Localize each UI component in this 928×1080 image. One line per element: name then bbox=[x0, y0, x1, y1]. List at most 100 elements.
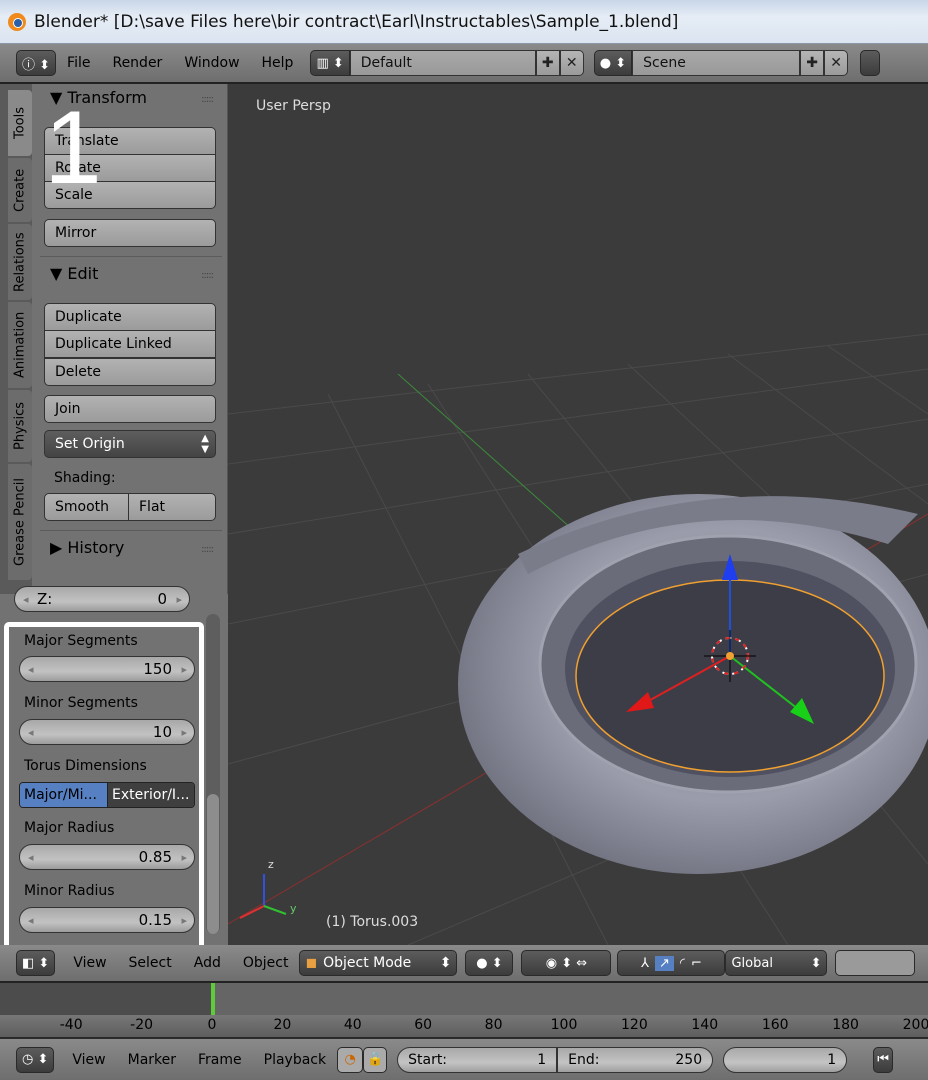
layout-field[interactable]: Default bbox=[349, 50, 536, 76]
join-button[interactable]: Join bbox=[44, 395, 216, 423]
torus-options-highlight: Major Segments 150 Minor Segments 10 Tor… bbox=[4, 622, 204, 950]
info-header: ⓘ ⬍ File Render Window Help ▥ ⬍ Default … bbox=[0, 44, 928, 84]
orientation-label: Global bbox=[731, 955, 773, 971]
ruler-tick: 200 bbox=[902, 1017, 928, 1033]
keying-icon[interactable]: ◔ bbox=[337, 1046, 364, 1073]
menu-frame[interactable]: Frame bbox=[198, 1052, 242, 1068]
minor-segments-label: Minor Segments bbox=[24, 695, 138, 711]
tab-grease-pencil[interactable]: Grease Pencil bbox=[8, 464, 32, 580]
menu-playback[interactable]: Playback bbox=[264, 1052, 326, 1068]
torus-dimensions-label: Torus Dimensions bbox=[24, 758, 147, 774]
delete-layout-button[interactable]: ✕ bbox=[559, 50, 584, 76]
z-value: 0 bbox=[157, 590, 167, 608]
add-layout-button[interactable]: ✚ bbox=[535, 50, 560, 76]
current-frame-marker[interactable] bbox=[211, 983, 215, 1015]
menu-select[interactable]: Select bbox=[129, 955, 172, 971]
torus-dimensions-toggle: Major/Mi... Exterior/I... bbox=[19, 782, 195, 808]
pre-range-region bbox=[0, 983, 212, 1015]
ruler-tick: -40 bbox=[59, 1017, 83, 1033]
exterior-interior-option[interactable]: Exterior/I... bbox=[107, 783, 194, 807]
scale-manipulator-icon[interactable]: ⌐ bbox=[691, 956, 702, 971]
edit-panel-header[interactable]: ▼ Edit bbox=[50, 264, 98, 283]
smooth-button[interactable]: Smooth bbox=[44, 493, 129, 521]
pivot-point-dropdown[interactable]: ◉ ⬍ ⇔ bbox=[521, 950, 612, 976]
major-radius-label: Major Radius bbox=[24, 820, 115, 836]
drag-handle-icon[interactable]: ::::: bbox=[201, 270, 214, 281]
viewport-shading-dropdown[interactable]: ● ⬍ bbox=[465, 950, 514, 976]
jump-to-start-button[interactable]: ⏮ bbox=[873, 1046, 894, 1073]
ruler-tick: 120 bbox=[621, 1017, 648, 1033]
scrollbar-track[interactable] bbox=[206, 614, 220, 934]
ruler-tick: 80 bbox=[484, 1017, 503, 1033]
timeline-area[interactable] bbox=[0, 981, 928, 1015]
torus-object bbox=[458, 494, 928, 874]
lock-icon[interactable]: 🔒 bbox=[363, 1046, 388, 1073]
editor-type-3d-view-button[interactable]: ◧ ⬍ bbox=[16, 950, 56, 976]
menu-help[interactable]: Help bbox=[262, 55, 294, 71]
translate-manipulator-icon[interactable]: ↗ bbox=[655, 955, 674, 971]
tab-animation[interactable]: Animation bbox=[8, 302, 32, 388]
title-bar: Blender* [D:\save Files here\bir contrac… bbox=[0, 0, 928, 44]
ruler-tick: 100 bbox=[550, 1017, 578, 1033]
start-frame-field[interactable]: Start: 1 bbox=[397, 1046, 558, 1073]
scene-icon[interactable]: ● ⬍ bbox=[593, 50, 633, 76]
tab-tools[interactable]: Tools bbox=[8, 90, 32, 156]
timeline-ruler[interactable]: -40 -20 0 20 40 60 80 100 120 140 160 180 200 bbox=[0, 1015, 928, 1037]
editor-type-timeline-button[interactable]: ◷ ⬍ bbox=[16, 1046, 55, 1073]
mode-dropdown[interactable]: ◼ Object Mode ⬍ bbox=[299, 950, 458, 976]
menu-window[interactable]: Window bbox=[184, 55, 239, 71]
menu-marker[interactable]: Marker bbox=[128, 1052, 176, 1068]
scrollbar-thumb[interactable] bbox=[207, 794, 219, 934]
layers-grid[interactable] bbox=[835, 950, 916, 976]
major-minor-option[interactable]: Major/Mi... bbox=[20, 783, 107, 807]
ruler-tick: 20 bbox=[273, 1017, 292, 1033]
tab-create[interactable]: Create bbox=[8, 158, 32, 222]
scene-field[interactable]: Scene bbox=[632, 50, 801, 76]
menu-file[interactable]: File bbox=[67, 55, 90, 71]
manipulator-toggle-icon[interactable]: ⅄ bbox=[641, 956, 649, 971]
menu-view[interactable]: View bbox=[72, 1052, 105, 1068]
drag-handle-icon[interactable]: ::::: bbox=[201, 544, 214, 555]
updown-arrows-icon: ▲ ▼ bbox=[201, 433, 209, 455]
major-radius-field[interactable]: 0.85 bbox=[19, 844, 195, 870]
tab-physics[interactable]: Physics bbox=[8, 390, 32, 462]
editor-type-info-button[interactable]: ⓘ ⬍ bbox=[16, 50, 57, 76]
ruler-tick: 0 bbox=[207, 1017, 217, 1033]
object-name-label: (1) Torus.003 bbox=[326, 914, 419, 930]
mirror-button[interactable]: Mirror bbox=[44, 219, 216, 247]
set-origin-dropdown[interactable]: Set Origin ▲ ▼ bbox=[44, 430, 216, 458]
ruler-tick: 180 bbox=[832, 1017, 859, 1033]
drag-handle-icon[interactable]: ::::: bbox=[201, 94, 214, 105]
add-scene-button[interactable]: ✚ bbox=[800, 50, 825, 76]
3d-viewport[interactable]: User Persp z y (1) Torus.003 bbox=[228, 84, 928, 945]
timeline-header: ◷ ⬍ View Marker Frame Playback ◔ 🔒 Start… bbox=[0, 1037, 928, 1080]
transform-orientation-dropdown[interactable]: Global ⬍ bbox=[725, 950, 828, 976]
minor-segments-field[interactable]: 10 bbox=[19, 719, 195, 745]
menu-view[interactable]: View bbox=[73, 955, 106, 971]
manipulator-buttons[interactable]: ⅄ ↗ ◜ ⌐ bbox=[617, 950, 726, 976]
window-title: Blender* [D:\save Files here\bir contrac… bbox=[34, 11, 679, 32]
minor-radius-field[interactable]: 0.15 bbox=[19, 907, 195, 933]
flat-button[interactable]: Flat bbox=[128, 493, 216, 521]
delete-scene-button[interactable]: ✕ bbox=[824, 50, 849, 76]
ruler-tick: 60 bbox=[414, 1017, 433, 1033]
current-frame-field[interactable]: 1 bbox=[723, 1046, 848, 1073]
duplicate-linked-button[interactable]: Duplicate Linked bbox=[44, 330, 216, 358]
delete-button[interactable]: Delete bbox=[44, 358, 216, 386]
menu-add[interactable]: Add bbox=[194, 955, 221, 971]
major-segments-label: Major Segments bbox=[24, 633, 138, 649]
history-panel-header[interactable]: ▶ History bbox=[50, 538, 124, 557]
rotate-manipulator-icon[interactable]: ◜ bbox=[680, 956, 685, 971]
menu-render[interactable]: Render bbox=[112, 55, 162, 71]
major-segments-field[interactable]: 150 bbox=[19, 656, 195, 682]
duplicate-button[interactable]: Duplicate bbox=[44, 303, 216, 331]
end-frame-field[interactable]: End: 250 bbox=[557, 1046, 714, 1073]
menu-object[interactable]: Object bbox=[243, 955, 289, 971]
tab-relations[interactable]: Relations bbox=[8, 224, 32, 300]
engine-selector[interactable] bbox=[860, 50, 881, 76]
minor-radius-label: Minor Radius bbox=[24, 883, 115, 899]
history-header-label: History bbox=[67, 538, 125, 557]
end-label: End: bbox=[568, 1051, 600, 1068]
location-z-field[interactable]: Z: 0 bbox=[14, 586, 190, 612]
screen-layout-icon[interactable]: ▥ ⬍ bbox=[310, 50, 350, 76]
